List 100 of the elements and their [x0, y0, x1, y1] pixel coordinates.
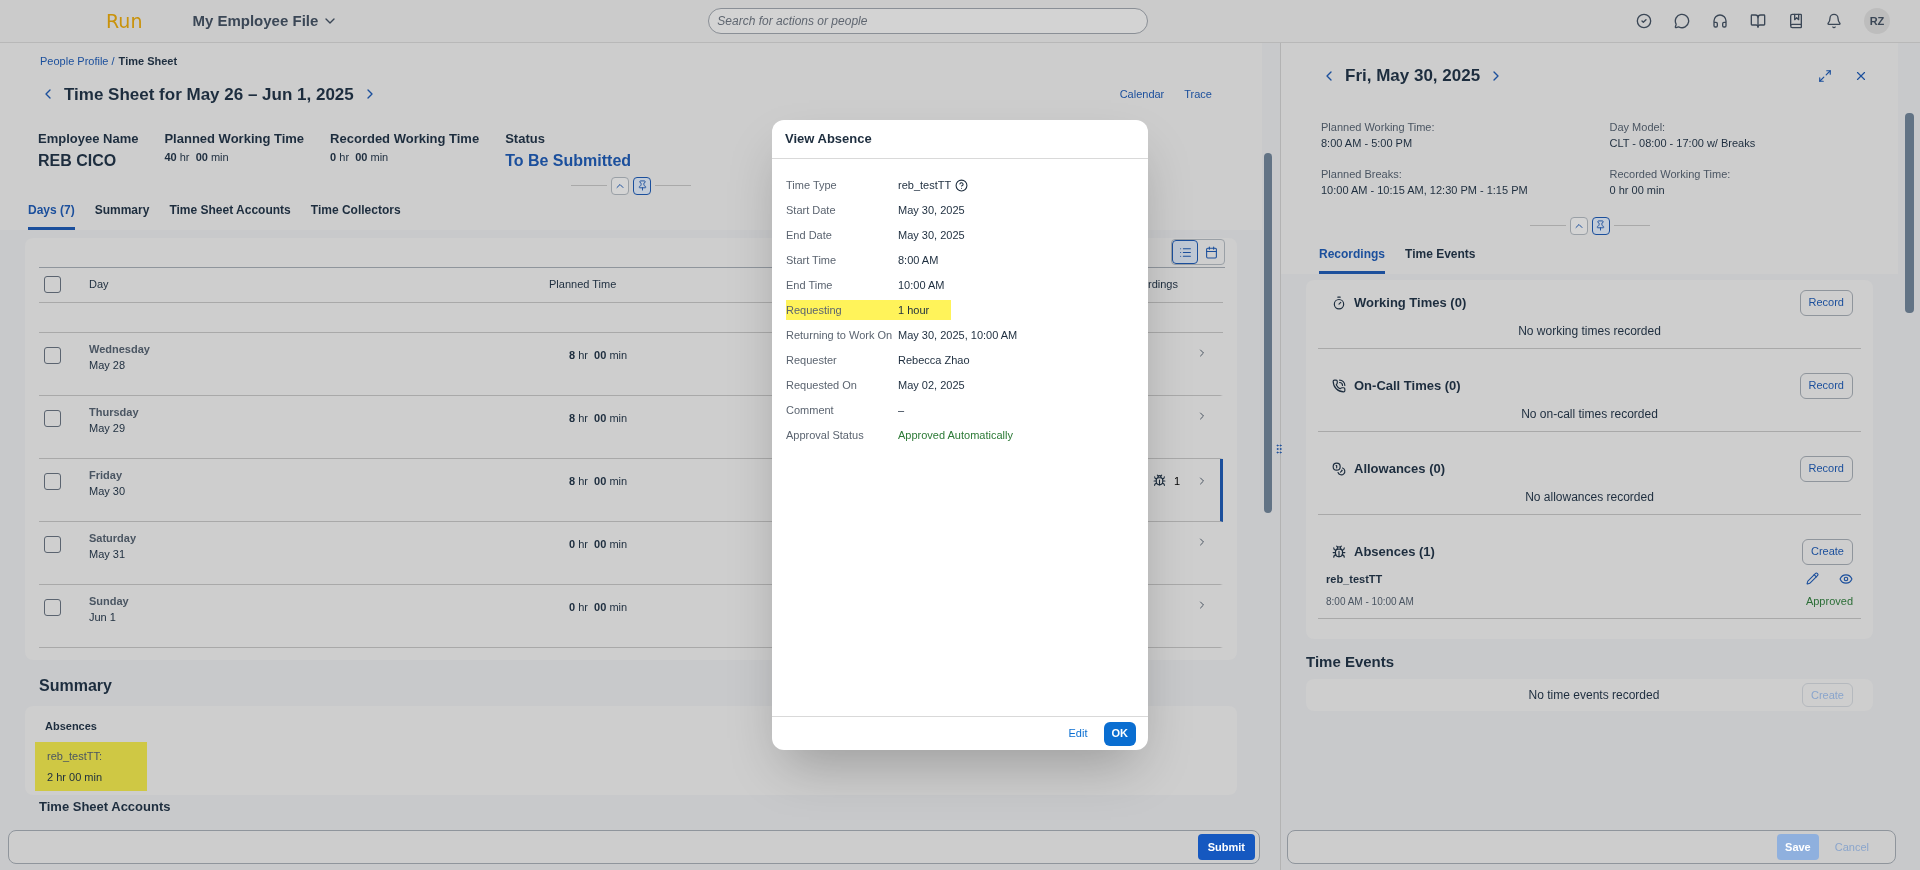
absence-time: 8:00 AM - 10:00 AM [1326, 594, 1414, 609]
phone-icon [1332, 378, 1346, 393]
info-label: Planned Working Time: [1321, 119, 1436, 135]
edit-button[interactable]: Edit [1064, 725, 1092, 742]
submit-button[interactable]: Submit [1197, 834, 1255, 860]
section-title: Absences (1) [1354, 542, 1435, 561]
create-button[interactable]: Create [1801, 538, 1853, 565]
section-title: Time Sheet Accounts [39, 799, 172, 814]
day-date: May 31 [89, 547, 127, 562]
view-icon[interactable] [1839, 571, 1853, 586]
card-title: Absences [45, 718, 97, 734]
info-label: Planned Breaks: [1321, 166, 1403, 182]
list-view-button[interactable] [1172, 240, 1198, 264]
info-value: 10:00 AM - 10:15 AM, 12:30 PM - 1:15 PM [1321, 183, 1529, 198]
planned-time: 8 hr 00 min [569, 473, 628, 489]
field-value: Rebecca Zhao [898, 353, 970, 366]
chat-icon[interactable] [1674, 13, 1690, 29]
tab[interactable]: Summary [94, 200, 150, 230]
tab[interactable]: Days (7) [28, 200, 75, 230]
status-link[interactable]: To Be Submitted [505, 148, 632, 173]
tab[interactable]: Time Events [1405, 244, 1476, 274]
field-value: May 30, 2025 [898, 203, 965, 216]
pin-button[interactable] [1591, 216, 1610, 235]
app-menu[interactable]: My Employee File [192, 9, 339, 33]
bell-icon[interactable] [1826, 13, 1842, 29]
empty-message: No time events recorded [1527, 687, 1661, 704]
help-icon[interactable] [955, 178, 969, 192]
splitter-grip-icon[interactable] [1273, 443, 1285, 455]
field-label: Start Time [786, 252, 838, 268]
field-label: Requesting [786, 302, 843, 318]
tab[interactable]: Recordings [1319, 244, 1385, 274]
checkbox[interactable] [44, 346, 61, 364]
avatar[interactable]: RZ [1864, 8, 1890, 34]
pin-icon [1595, 220, 1606, 231]
planned-time: 0 hr 00 min [569, 536, 628, 552]
field-value: – [898, 403, 905, 416]
record-button[interactable]: Record [1799, 372, 1853, 399]
ok-button[interactable]: OK [1103, 721, 1136, 746]
timer-icon [1332, 295, 1346, 310]
fact-label: Planned Working Time [164, 130, 305, 148]
record-button[interactable]: Record [1799, 455, 1853, 482]
absence-status: Approved [1805, 594, 1853, 609]
field-value: reb_testTT [898, 179, 952, 191]
column-header: Planned Time [549, 277, 617, 293]
info-label: Recorded Working Time: [1609, 166, 1732, 182]
fact-value: 0 hr 00 min [330, 149, 390, 165]
tab[interactable]: Time Collectors [310, 200, 401, 230]
planned-time: 0 hr 00 min [569, 599, 628, 615]
day-name: Friday [89, 467, 123, 483]
section-title: Allowances (0) [1354, 459, 1446, 478]
checkbox[interactable] [44, 598, 61, 616]
edit-icon[interactable] [1806, 572, 1819, 586]
fact-label: Recorded Working Time [330, 130, 480, 148]
header-link[interactable]: Trace [1184, 86, 1212, 103]
field-value: 1 hour [898, 303, 930, 316]
checkbox[interactable] [44, 535, 61, 553]
absence-total: 2 hr 00 min [47, 769, 104, 785]
field-value: 8:00 AM [898, 253, 939, 266]
section-title: Time Events [1306, 651, 1396, 672]
absence-type: reb_testTT: [47, 749, 104, 764]
column-header: Day [89, 277, 110, 293]
bookmark-book-icon[interactable] [1788, 13, 1804, 29]
calendar-icon [1204, 245, 1218, 259]
expand-icon[interactable] [1818, 68, 1832, 83]
section-title: Working Times (0) [1354, 293, 1467, 312]
checkbox[interactable] [44, 409, 61, 427]
search-field[interactable]: Search for actions or people [708, 8, 1149, 34]
empty-message: No allowances recorded [1524, 488, 1655, 506]
breadcrumb-link[interactable]: People Profile / [40, 53, 115, 70]
planned-time: 8 hr 00 min [569, 410, 628, 426]
fact-label: Employee Name [38, 130, 139, 148]
fact-label: Status [505, 130, 546, 148]
section-title: On-Call Times (0) [1354, 376, 1461, 395]
day-name: Saturday [89, 530, 138, 546]
header-link[interactable]: Calendar [1119, 86, 1165, 103]
record-button[interactable]: Record [1799, 289, 1853, 316]
empty-message: No working times recorded [1517, 322, 1662, 340]
pin-icon [636, 180, 648, 191]
field-value: Approved Automatically [898, 428, 1013, 441]
headset-icon[interactable] [1712, 13, 1728, 29]
pin-button[interactable] [633, 176, 651, 195]
info-label: Day Model: [1609, 119, 1667, 135]
fact-value: 40 hr 00 min [164, 149, 230, 165]
coins-icon [1332, 461, 1346, 476]
day-name: Sunday [89, 593, 130, 609]
breadcrumb-current: Time Sheet [118, 54, 178, 69]
bug-icon [1332, 544, 1346, 559]
field-label: Approval Status [786, 427, 865, 443]
checkbox[interactable] [44, 472, 61, 490]
absence-name: reb_testTT [1326, 571, 1383, 587]
page-title: Time Sheet for May 26 – Jun 1, 2025 [64, 83, 354, 106]
field-label: Start Date [786, 202, 837, 218]
tab[interactable]: Time Sheet Accounts [169, 200, 291, 230]
book-icon[interactable] [1750, 13, 1766, 29]
day-date: May 30 [89, 484, 127, 499]
list-icon [1178, 245, 1192, 259]
field-label: Time Type [786, 177, 838, 193]
section-title: Summary [39, 675, 113, 696]
checkbox[interactable] [44, 276, 61, 293]
check-circle-icon[interactable] [1636, 13, 1652, 29]
